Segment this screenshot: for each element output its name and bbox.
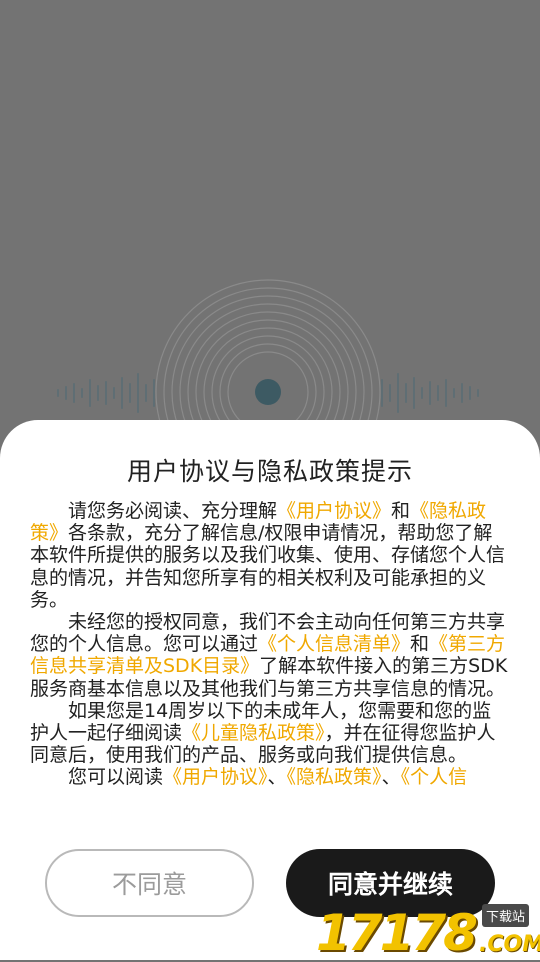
user-agreement-link[interactable]: 《用户协议》 bbox=[163, 766, 268, 788]
text-segment: 、 bbox=[267, 766, 287, 789]
paragraph-1: 请您务必阅读、充分理解《用户协议》和《隐私政策》各条款，充分了解信息/权限申请情… bbox=[30, 500, 508, 611]
watermark-logo: 17178 .COM 下载站 bbox=[316, 902, 540, 962]
text-segment: 各条款，充分了解信息/权限申请情况，帮助您了解本软件所提供的服务以及我们收集、使… bbox=[30, 522, 506, 611]
paragraph-3: 如果您是14周岁以下的未成年人，您需要和您的监护人一起仔细阅读《儿童隐私政策》，… bbox=[30, 700, 508, 767]
paragraph-2: 未经您的授权同意，我们不会主动向任何第三方共享您的个人信息。您可以通过《个人信息… bbox=[30, 611, 508, 700]
dialog-content[interactable]: 请您务必阅读、充分理解《用户协议》和《隐私政策》各条款，充分了解信息/权限申请情… bbox=[30, 500, 508, 822]
privacy-policy-link[interactable]: 《隐私政策》 bbox=[287, 766, 382, 788]
personal-info-list-link[interactable]: 《个人信 bbox=[401, 766, 468, 788]
text-segment: 和 bbox=[410, 633, 430, 656]
text-segment: 、 bbox=[381, 766, 401, 789]
watermark-tag: 下载站 bbox=[482, 904, 530, 927]
user-agreement-link[interactable]: 《用户协议》 bbox=[277, 500, 391, 522]
watermark-number: 17178 bbox=[316, 904, 478, 962]
paragraph-4: 您可以阅读《用户协议》、《隐私政策》、《个人信 bbox=[30, 766, 508, 788]
children-privacy-policy-link[interactable]: 《儿童隐私政策》 bbox=[182, 722, 325, 744]
dialog-title: 用户协议与隐私政策提示 bbox=[126, 457, 413, 486]
disagree-button[interactable]: 不同意 bbox=[45, 849, 254, 917]
personal-info-list-link[interactable]: 《个人信息清单》 bbox=[258, 633, 410, 655]
text-segment: 请您务必阅读、充分理解 bbox=[68, 500, 278, 522]
text-segment: 您可以阅读 bbox=[68, 766, 164, 789]
watermark-domain: .COM bbox=[479, 932, 540, 957]
text-segment: 和 bbox=[391, 500, 411, 522]
